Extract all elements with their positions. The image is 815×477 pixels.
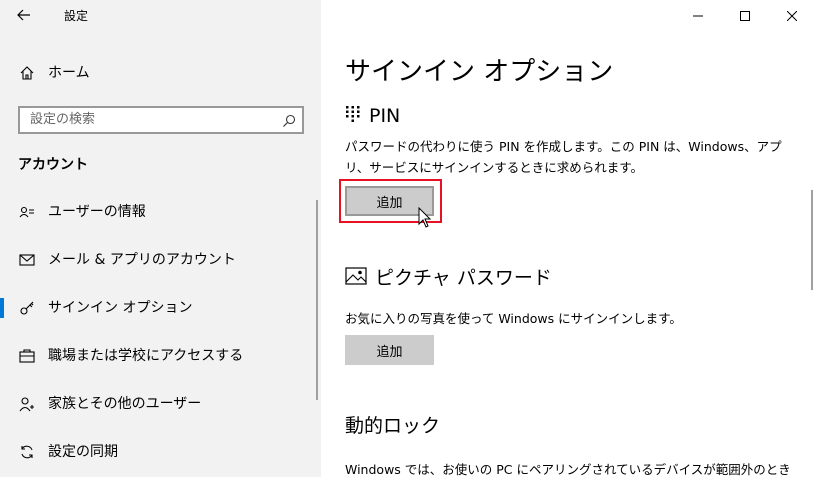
- main-scrollbar[interactable]: [811, 190, 813, 290]
- sidebar-item-label: 設定の同期: [48, 444, 118, 460]
- pin-title-text: PIN: [369, 105, 401, 127]
- picture-password-title-text: ピクチャ パスワード: [375, 267, 552, 289]
- page-title: サインイン オプション: [345, 57, 614, 87]
- pin-section-title: PIN: [345, 104, 400, 129]
- sidebar-item-label: メール & アプリのアカウント: [48, 252, 236, 268]
- picture-icon: [345, 266, 367, 291]
- add-person-icon: [18, 395, 36, 413]
- user-info-icon: [18, 203, 36, 221]
- search-input[interactable]: 設定の検索: [18, 106, 304, 134]
- back-arrow-icon: [17, 9, 30, 21]
- sidebar-item-family-users[interactable]: 家族とその他のユーザー: [0, 384, 321, 424]
- back-button[interactable]: [12, 6, 36, 26]
- sidebar-item-sign-in-options[interactable]: サインイン オプション: [0, 288, 321, 328]
- sidebar: 設定 ホーム 設定の検索 アカウント ユーザーの情報 メール & アプリのアカウ…: [0, 0, 321, 477]
- dynamic-lock-description: Windows では、お使いの PC にペアリングされているデバイスが範囲外のと…: [345, 462, 791, 477]
- mouse-cursor-icon: [418, 207, 432, 228]
- mail-icon: [18, 251, 36, 269]
- minimize-icon: [692, 15, 703, 17]
- pin-keypad-icon: [345, 105, 361, 129]
- section-header-accounts: アカウント: [18, 157, 88, 173]
- titlebar-left: 設定: [0, 0, 321, 32]
- sidebar-item-label: 家族とその他のユーザー: [48, 396, 202, 412]
- picture-password-section-title: ピクチャ パスワード: [345, 266, 552, 291]
- search-placeholder: 設定の検索: [30, 112, 96, 127]
- briefcase-icon: [18, 347, 36, 365]
- pin-description: パスワードの代わりに使う PIN を作成します。この PIN は、Windows…: [345, 139, 782, 175]
- window-controls: [674, 0, 815, 32]
- sidebar-item-mail-accounts[interactable]: メール & アプリのアカウント: [0, 240, 321, 280]
- maximize-icon: [739, 11, 750, 21]
- app-title: 設定: [64, 9, 89, 23]
- search-icon[interactable]: [282, 113, 296, 127]
- maximize-button[interactable]: [721, 0, 768, 32]
- selection-indicator: [0, 298, 4, 318]
- sidebar-item-label: サインイン オプション: [48, 300, 193, 316]
- sync-icon: [18, 443, 36, 461]
- sidebar-item-label: 職場または学校にアクセスする: [48, 348, 244, 364]
- dynamic-lock-section-title: 動的ロック: [345, 415, 441, 437]
- picture-password-description: お気に入りの写真を使って Windows にサインインします。: [345, 311, 682, 326]
- sidebar-item-sync-settings[interactable]: 設定の同期: [0, 432, 321, 472]
- sidebar-item-user-info[interactable]: ユーザーの情報: [0, 192, 321, 232]
- close-icon: [786, 11, 797, 21]
- sidebar-item-label: ユーザーの情報: [48, 204, 146, 220]
- minimize-button[interactable]: [674, 0, 721, 32]
- home-icon: [18, 64, 36, 82]
- sidebar-item-home[interactable]: ホーム: [0, 58, 321, 88]
- sidebar-item-work-school[interactable]: 職場または学校にアクセスする: [0, 336, 321, 376]
- main-content: サインイン オプション PIN パスワードの代わりに使う PIN を作成します。…: [321, 0, 815, 477]
- close-button[interactable]: [768, 0, 815, 32]
- sidebar-scrollbar[interactable]: [316, 200, 318, 400]
- key-icon: [18, 299, 36, 317]
- home-label: ホーム: [48, 65, 90, 81]
- picture-password-add-button[interactable]: 追加: [345, 335, 434, 365]
